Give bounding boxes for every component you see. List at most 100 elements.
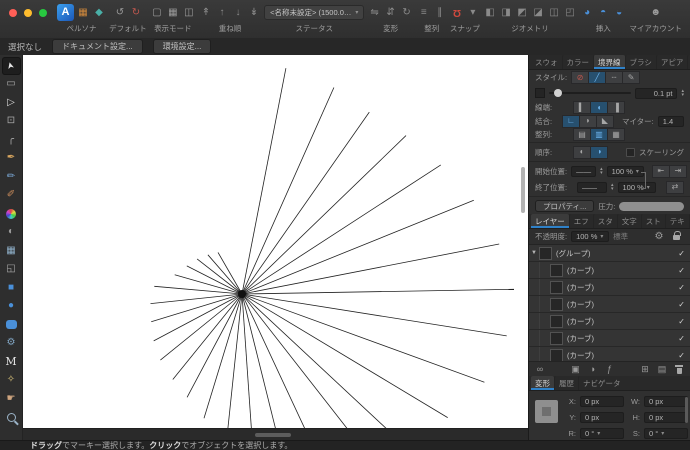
- fill-tool[interactable]: [2, 205, 21, 223]
- start-stepper[interactable]: ▴ ▾: [600, 167, 603, 176]
- opacity-input[interactable]: 100 %: [571, 231, 610, 242]
- tab-character[interactable]: 文字: [616, 214, 641, 228]
- end-line-style[interactable]: ——: [577, 181, 607, 193]
- place-image-tool[interactable]: ▦: [2, 242, 21, 260]
- tab-brushes[interactable]: ブラシ: [624, 55, 656, 69]
- layer-visibility-checkbox[interactable]: ✓: [678, 266, 685, 275]
- synchronize-defaults-icon[interactable]: ↻: [129, 5, 143, 20]
- view-tool[interactable]: ☛: [2, 390, 21, 408]
- boolean-add-icon[interactable]: ◧: [483, 5, 497, 20]
- transform-field-w[interactable]: 0 px: [644, 396, 688, 407]
- miter-input[interactable]: 1.4: [657, 115, 684, 127]
- pressure-profile-bar[interactable]: [619, 201, 684, 211]
- ellipse-tool[interactable]: ●: [2, 298, 21, 316]
- disclosure-triangle-icon[interactable]: ▼: [529, 250, 539, 256]
- layer-visibility-checkbox[interactable]: ✓: [678, 283, 685, 292]
- align-outside-icon[interactable]: ▦: [608, 128, 625, 141]
- vector-crop-tool[interactable]: ◱: [2, 261, 21, 279]
- end-percent-input[interactable]: 100 %: [617, 181, 656, 193]
- no-stroke-icon[interactable]: ⊘: [571, 71, 590, 84]
- point-transform-tool[interactable]: ⊡: [2, 113, 21, 131]
- rounded-rectangle-tool[interactable]: [2, 316, 21, 334]
- move-to-front-icon[interactable]: ↟: [199, 5, 213, 20]
- snapping-options-chevron-icon[interactable]: ▾: [466, 5, 480, 20]
- transform-field-s[interactable]: 0 °: [644, 428, 688, 439]
- transform-field-y[interactable]: 0 px: [580, 412, 624, 423]
- boolean-merge-icon[interactable]: ◰: [563, 5, 577, 20]
- insert-on-top-icon[interactable]: ◓: [596, 5, 610, 20]
- alignment-icon[interactable]: ≡: [417, 5, 431, 20]
- artboard-tool[interactable]: ▭: [2, 76, 21, 94]
- stroke-in-front-icon[interactable]: ◑: [591, 145, 608, 159]
- stroke-width-slider[interactable]: [549, 89, 632, 97]
- blend-mode-dropdown[interactable]: 標準: [613, 231, 628, 242]
- tab-styles[interactable]: スタ: [592, 214, 617, 228]
- tab-layers[interactable]: レイヤー: [531, 214, 569, 228]
- preferences-button[interactable]: 環境設定...: [152, 39, 212, 54]
- butt-cap-icon[interactable]: ▍: [573, 101, 591, 114]
- transform-field-x[interactable]: 0 px: [580, 396, 624, 407]
- layer-visibility-checkbox[interactable]: ✓: [678, 351, 685, 360]
- rotate-icon[interactable]: ↻: [400, 5, 414, 20]
- pixel-view-icon[interactable]: ▦: [166, 5, 180, 20]
- node-tool[interactable]: ▷: [2, 94, 21, 112]
- tab-swatches[interactable]: スウォ: [531, 55, 562, 69]
- lock-icon[interactable]: [670, 229, 684, 244]
- layer-effects-icon[interactable]: ƒ: [604, 363, 616, 375]
- layer-row[interactable]: ▼ (グループ) ✓: [529, 245, 690, 262]
- stroke-width-knob[interactable]: [553, 89, 562, 97]
- layer-row[interactable]: (カーブ) ✓: [529, 296, 690, 313]
- reset-defaults-icon[interactable]: ↺: [113, 5, 127, 20]
- boolean-intersect-icon[interactable]: ◩: [515, 5, 529, 20]
- add-layer-icon[interactable]: ▤: [656, 363, 668, 375]
- minimize-window-button[interactable]: [24, 9, 32, 17]
- boolean-xor-icon[interactable]: ◪: [531, 5, 545, 20]
- vector-view-icon[interactable]: ▢: [150, 5, 164, 20]
- move-to-back-icon[interactable]: ↡: [247, 5, 261, 20]
- start-percent-input[interactable]: 100 %: [606, 165, 644, 177]
- move-tool[interactable]: ➤: [1, 57, 21, 75]
- layer-visibility-checkbox[interactable]: ✓: [678, 317, 685, 326]
- transform-field-r[interactable]: 0 °: [580, 428, 624, 439]
- start-line-style[interactable]: ——: [571, 165, 597, 177]
- transform-field-h[interactable]: 0 px: [644, 412, 688, 423]
- my-account-icon[interactable]: ☻: [649, 5, 663, 20]
- adjustment-layer-icon[interactable]: ◑: [587, 363, 599, 375]
- tab-transform[interactable]: 変形: [531, 376, 554, 390]
- zoom-tool[interactable]: [2, 409, 21, 427]
- layer-visibility-checkbox[interactable]: ✓: [678, 334, 685, 343]
- flip-horizontal-icon[interactable]: ⇋: [368, 5, 382, 20]
- pixel-persona-icon[interactable]: ▦: [76, 5, 90, 20]
- pen-tool[interactable]: ✒: [2, 150, 21, 168]
- gear-icon[interactable]: ⚙: [652, 229, 666, 244]
- export-persona-icon[interactable]: ◆: [92, 5, 106, 20]
- dashed-stroke-icon[interactable]: ┄: [606, 71, 624, 84]
- tab-colour[interactable]: カラー: [561, 55, 594, 69]
- edit-all-layers-icon[interactable]: ∞: [534, 363, 546, 375]
- layer-row[interactable]: (カーブ) ✓: [529, 347, 690, 361]
- anchor-point-selector[interactable]: [535, 400, 558, 423]
- tab-history[interactable]: 履歴: [554, 376, 578, 390]
- custom-shape-tool[interactable]: ⚙: [2, 335, 21, 353]
- color-picker-tool[interactable]: ✧: [2, 372, 21, 390]
- square-cap-icon[interactable]: ▐: [608, 101, 625, 114]
- insert-inside-icon[interactable]: ◒: [612, 5, 626, 20]
- layer-visibility-checkbox[interactable]: ✓: [678, 300, 685, 309]
- pencil-tool[interactable]: ✏: [2, 168, 21, 186]
- distribute-icon[interactable]: ∥: [433, 5, 447, 20]
- solid-stroke-icon[interactable]: ╱: [589, 71, 607, 84]
- panel-scrollbar[interactable]: [685, 397, 688, 423]
- stroke-width-stepper[interactable]: ▴ ▾: [681, 89, 684, 98]
- canvas-vertical-scrollbar[interactable]: [521, 167, 525, 213]
- layer-row[interactable]: (カーブ) ✓: [529, 313, 690, 330]
- brush-stroke-icon[interactable]: ✎: [623, 71, 641, 84]
- text-tool[interactable]: M: [2, 353, 21, 371]
- status-dropdown[interactable]: <名称未設定> (1500.0… ▾: [264, 5, 365, 20]
- boolean-subtract-icon[interactable]: ◨: [499, 5, 513, 20]
- flip-vertical-icon[interactable]: ⇵: [384, 5, 398, 20]
- move-forward-icon[interactable]: ↑: [215, 5, 229, 20]
- insert-behind-icon[interactable]: ◕: [580, 5, 594, 20]
- tab-effects[interactable]: エフ: [568, 214, 593, 228]
- swap-arrowheads-icon[interactable]: ⇄: [666, 180, 684, 194]
- tab-stock[interactable]: スト: [640, 214, 665, 228]
